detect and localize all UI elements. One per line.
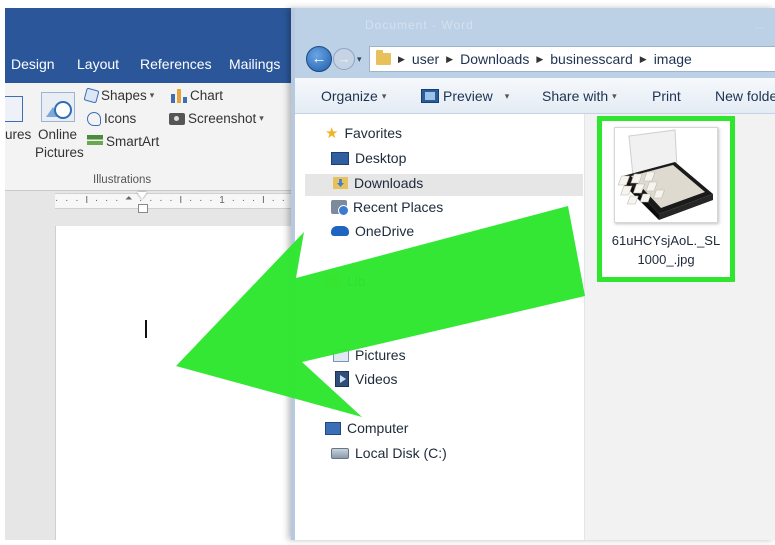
recent-locations-dropdown[interactable]: ▾ [357, 54, 362, 65]
explorer-title-bar: Document - Word ... ← → ▾ ▶ user ▶ Downl… [295, 8, 775, 78]
chart-button[interactable]: Chart [171, 88, 223, 103]
disk-icon [331, 447, 349, 459]
breadcrumb-separator-icon[interactable]: ▶ [398, 54, 405, 65]
online-pictures-icon[interactable] [41, 92, 75, 122]
pictures-folder-icon [333, 348, 349, 362]
nav-local-disk-label: Local Disk (C:) [355, 445, 447, 461]
explorer-window: Document - Word ... ← → ▾ ▶ user ▶ Downl… [291, 8, 775, 540]
star-icon: ★ [325, 125, 339, 142]
tab-layout[interactable]: Layout [77, 56, 119, 72]
breadcrumb-separator-icon[interactable]: ▶ [446, 54, 453, 65]
nav-recent-places-label: Recent Places [353, 199, 444, 215]
shapes-button[interactable]: Shapes ▾ [83, 87, 155, 104]
nav-recent-places[interactable]: Recent Places [331, 196, 443, 218]
file-name-label: 61uHCYsjAoL._SL 1000_.jpg [602, 231, 730, 269]
indent-marker[interactable] [137, 192, 148, 214]
nav-favorites[interactable]: ★ Favorites [325, 122, 402, 144]
document-page[interactable] [55, 226, 305, 540]
shapes-label: Shapes [101, 88, 147, 103]
icons-label: Icons [104, 111, 137, 126]
online-pictures-label-1[interactable]: Online [38, 127, 77, 142]
desktop-icon [331, 151, 349, 165]
cloud-icon [331, 226, 349, 236]
chevron-down-icon: ▾ [504, 90, 510, 101]
pictures-icon[interactable] [5, 96, 23, 122]
tab-references[interactable]: References [140, 56, 212, 72]
forward-button[interactable]: → [333, 48, 355, 70]
word-window: Design Layout References Mailings ures O… [5, 8, 305, 540]
pictures-button-label[interactable]: ures [5, 127, 31, 142]
nav-computer-label: Computer [347, 420, 409, 436]
breadcrumb-separator-icon[interactable]: ▶ [536, 54, 543, 65]
icons-icon [87, 111, 101, 126]
nav-desktop[interactable]: Desktop [331, 147, 406, 169]
chevron-down-icon: ▾ [149, 90, 155, 100]
screenshot-label: Screenshot [188, 111, 257, 126]
illustrations-group-label: Illustrations [93, 174, 152, 186]
nav-downloads-label: Downloads [354, 175, 424, 191]
chevron-down-icon: ▾ [612, 90, 617, 101]
file-name-line-2: 1000_.jpg [637, 252, 695, 267]
breadcrumb-businesscard[interactable]: businesscard [550, 51, 633, 67]
chevron-down-icon: ▾ [381, 90, 387, 101]
chart-label: Chart [190, 88, 224, 103]
text-cursor [145, 320, 147, 338]
breadcrumb-separator-icon[interactable]: ▶ [640, 54, 647, 65]
nav-downloads[interactable]: Downloads [333, 172, 423, 194]
nav-pictures[interactable]: Pictures [333, 344, 406, 366]
file-name-line-1: 61uHCYsjAoL._SL [611, 233, 721, 248]
nav-onedrive-label: OneDrive [355, 223, 415, 239]
smartart-button[interactable]: SmartArt [87, 134, 159, 149]
nav-libraries-label: Lib [347, 273, 366, 289]
nav-libraries[interactable]: Lib [325, 270, 366, 292]
card-box-thumbnail-icon [615, 128, 717, 222]
tab-mailings[interactable]: Mailings [229, 56, 280, 72]
screenshot-button[interactable]: Screenshot ▾ [169, 111, 264, 126]
horizontal-ruler[interactable]: · · · I · · · 🞁 · · · · I · · · 1 · · · … [55, 193, 305, 209]
nav-videos[interactable]: Videos [335, 368, 398, 390]
preview-label: Preview [443, 88, 493, 104]
explorer-toolbar: Organize ▾ Preview ▾ Share with ▾ Print … [295, 78, 775, 114]
library-icon [325, 274, 341, 288]
preview-button[interactable]: Preview ▾ [421, 88, 509, 104]
breadcrumb-user[interactable]: user [412, 51, 439, 67]
organize-button[interactable]: Organize ▾ [321, 88, 386, 104]
preview-icon [421, 89, 439, 103]
organize-label: Organize [321, 88, 378, 104]
tab-design[interactable]: Design [11, 56, 55, 72]
nav-desktop-label: Desktop [355, 150, 407, 166]
online-pictures-label-2[interactable]: Pictures [35, 145, 84, 160]
folder-icon [376, 50, 391, 65]
nav-local-disk[interactable]: Local Disk (C:) [331, 442, 447, 464]
address-bar[interactable]: ▶ user ▶ Downloads ▶ businesscard ▶ imag… [369, 46, 775, 72]
smartart-icon [87, 135, 103, 148]
videos-icon [335, 371, 349, 387]
share-with-label: Share with [542, 88, 609, 104]
chevron-down-icon: ▾ [259, 113, 264, 123]
downloads-icon [333, 177, 348, 189]
nav-onedrive[interactable]: OneDrive [331, 220, 414, 242]
shapes-icon [83, 87, 100, 104]
camera-icon [169, 112, 185, 125]
new-folder-button[interactable]: New folder [715, 88, 775, 104]
recent-places-icon [331, 200, 349, 216]
share-with-button[interactable]: Share with ▾ [542, 88, 617, 104]
image-thumbnail[interactable] [614, 127, 718, 223]
smartart-label: SmartArt [106, 134, 160, 149]
word-ribbon-tabs: Design Layout References Mailings [5, 8, 305, 83]
icons-button[interactable]: Icons [87, 111, 136, 126]
breadcrumb-image[interactable]: image [654, 51, 692, 67]
computer-icon [325, 421, 341, 435]
back-button[interactable]: ← [306, 46, 332, 72]
nav-computer[interactable]: Computer [325, 417, 408, 439]
nav-videos-label: Videos [355, 371, 398, 387]
image-file-item[interactable]: 61uHCYsjAoL._SL 1000_.jpg [597, 116, 735, 282]
print-button[interactable]: Print [652, 88, 681, 104]
window-title-right: ... [754, 18, 765, 32]
nav-favorites-label: Favorites [344, 125, 403, 141]
chart-icon [171, 88, 187, 103]
window-title: Document - Word [365, 18, 474, 32]
nav-pictures-label: Pictures [355, 347, 406, 363]
breadcrumb-downloads[interactable]: Downloads [460, 51, 529, 67]
